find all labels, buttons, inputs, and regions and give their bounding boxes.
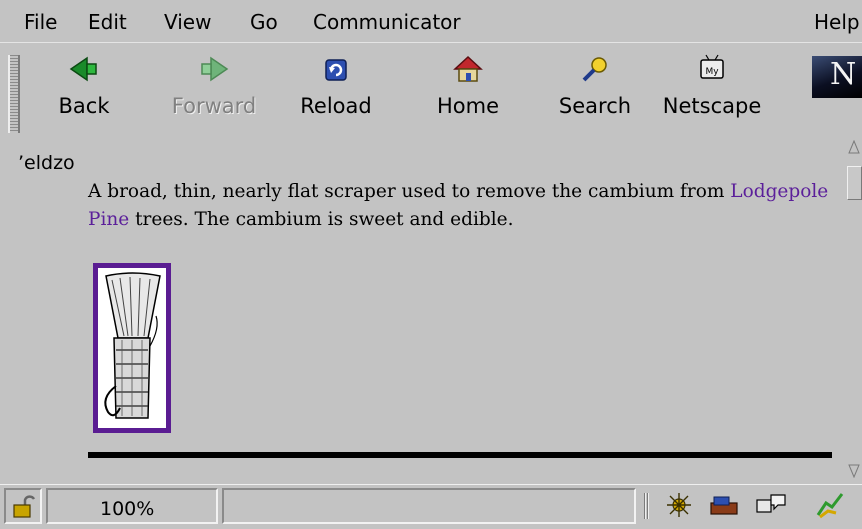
scrollbar-thumb[interactable] <box>847 166 862 200</box>
composer-icon[interactable] <box>814 491 848 519</box>
glossary-term: ’eldzo <box>18 152 75 174</box>
search-button[interactable]: Search <box>545 54 645 130</box>
security-lock-icon <box>13 495 36 518</box>
navigation-toolbar: Back Forward Reload Home Search My Netsc… <box>0 50 862 136</box>
menu-edit[interactable]: Edit <box>88 10 127 34</box>
scraper-illustration <box>104 272 161 419</box>
forward-button[interactable]: Forward <box>164 54 264 130</box>
home-button[interactable]: Home <box>418 54 518 130</box>
component-bar-grip[interactable] <box>644 493 650 519</box>
progress-box: 100% <box>46 488 218 524</box>
navigator-icon[interactable] <box>664 491 694 519</box>
scroll-down-arrow-icon[interactable] <box>848 464 860 478</box>
netscape-button[interactable]: My Netscape <box>662 54 762 130</box>
scroll-up-arrow-icon[interactable] <box>848 140 860 154</box>
home-icon <box>453 55 483 82</box>
scraper-image-link[interactable] <box>93 263 171 433</box>
my-netscape-icon: My <box>700 54 724 79</box>
back-button[interactable]: Back <box>34 54 134 130</box>
menu-communicator[interactable]: Communicator <box>313 10 461 34</box>
mail-icon[interactable] <box>708 491 742 519</box>
toolbar-grip-handle[interactable] <box>8 55 20 133</box>
netscape-logo-letter: N <box>830 57 857 92</box>
horizontal-rule <box>88 452 832 458</box>
back-arrow-icon <box>69 56 97 82</box>
menu-help[interactable]: Help <box>814 10 860 34</box>
reload-icon <box>325 59 347 81</box>
status-bar: 100% <box>0 484 862 529</box>
reload-button[interactable]: Reload <box>286 54 386 130</box>
reload-label: Reload <box>300 94 372 118</box>
netscape-logo[interactable]: N <box>812 56 862 98</box>
menu-go[interactable]: Go <box>250 10 278 34</box>
home-label: Home <box>436 94 499 118</box>
netscape-label: Netscape <box>662 94 762 118</box>
status-message-box <box>222 488 636 524</box>
vertical-scrollbar[interactable] <box>846 138 862 480</box>
glossary-definition: A broad, thin, nearly flat scraper used … <box>88 178 840 234</box>
page-content: ’eldzo A broad, thin, nearly flat scrape… <box>0 138 846 480</box>
discussions-icon[interactable] <box>754 491 788 519</box>
search-label: Search <box>558 94 632 118</box>
back-label: Back <box>58 94 110 118</box>
my-badge-text: My <box>705 67 719 77</box>
forward-label: Forward <box>171 94 257 118</box>
zoom-percent: 100% <box>100 498 155 520</box>
menu-file[interactable]: File <box>24 10 57 34</box>
forward-arrow-icon <box>201 56 229 82</box>
search-icon <box>582 57 607 82</box>
menu-view[interactable]: View <box>164 10 211 34</box>
menu-bar: File Edit View Go Communicator Help <box>0 0 862 43</box>
definition-text-after: trees. The cambium is sweet and edible. <box>129 209 514 230</box>
definition-text-before: A broad, thin, nearly flat scraper used … <box>88 181 731 202</box>
security-box[interactable] <box>4 488 42 524</box>
